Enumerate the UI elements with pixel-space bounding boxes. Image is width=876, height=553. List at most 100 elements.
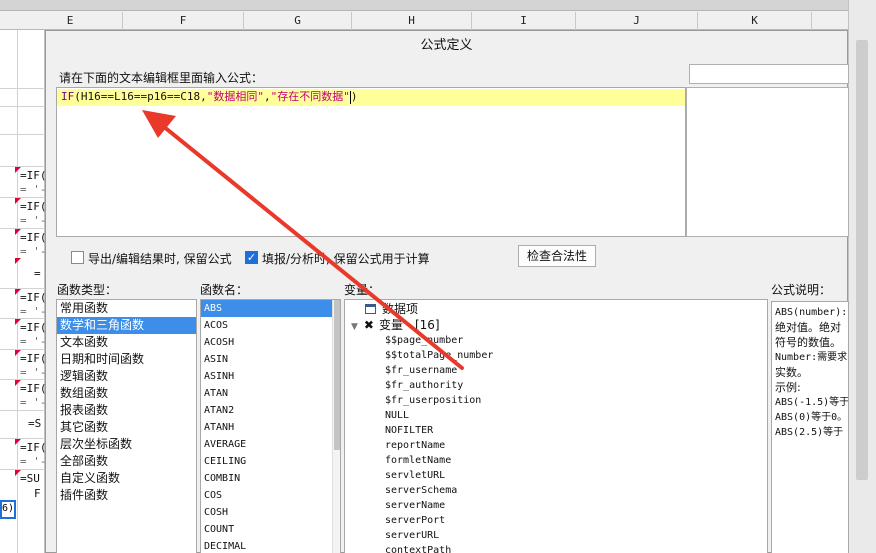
function-type-item[interactable]: 常用函数 (57, 300, 196, 317)
keep-formula-export-checkbox[interactable] (71, 251, 84, 264)
function-type-item[interactable]: 文本函数 (57, 334, 196, 351)
function-type-item[interactable]: 其它函数 (57, 419, 196, 436)
cell-formula[interactable]: =IF( (20, 170, 45, 182)
variable-item[interactable]: NOFILTER (345, 423, 767, 438)
description-line: ABS(-1.5)等于 (775, 397, 849, 408)
check-validity-button[interactable]: 检查合法性 (518, 245, 596, 267)
cell-formula[interactable]: =IF( (20, 353, 45, 365)
formula-search-input[interactable] (689, 64, 849, 84)
variable-item[interactable]: $$page_number (345, 333, 767, 348)
variable-item[interactable]: $fr_userposition (345, 393, 767, 408)
variable-tree[interactable]: 数据项 ▼ ✖ 变量 - [16] $$page_number $$totalPag… (344, 299, 768, 553)
function-type-item[interactable]: 报表函数 (57, 402, 196, 419)
column-header-k[interactable]: K (698, 12, 812, 30)
keep-formula-fill-label: 填报/分析时, 保留公式用于计算 (262, 252, 430, 266)
tree-node-data-items[interactable]: 数据项 (345, 301, 767, 317)
column-header-h[interactable]: H (352, 12, 472, 30)
function-name-item[interactable]: DECIMAL (201, 538, 340, 553)
keep-formula-fill-checkbox[interactable]: ✓ (245, 251, 258, 264)
function-name-item[interactable]: COSH (201, 504, 340, 521)
tree-node-label: 数据项 (382, 302, 419, 316)
cell-formula[interactable]: =IF( (20, 201, 45, 213)
formula-editor[interactable]: IF(H16==L16==p16==C18,"数据相同","存在不同数据") (56, 87, 686, 237)
scrollbar-thumb[interactable] (856, 40, 868, 480)
cell-formula[interactable]: = '-( (20, 336, 45, 348)
function-type-item[interactable]: 逻辑函数 (57, 368, 196, 385)
formula-text[interactable]: IF(H16==L16==p16==C18,"数据相同","存在不同数据") (61, 89, 357, 104)
function-name-scrollbar[interactable] (332, 300, 340, 553)
function-type-item[interactable]: 数组函数 (57, 385, 196, 402)
function-name-item[interactable]: CEILING (201, 453, 340, 470)
function-type-item[interactable]: 层次坐标函数 (57, 436, 196, 453)
formula-string-2: "存在不同数据" (270, 90, 350, 103)
cell-formula[interactable]: = '-( (20, 456, 45, 468)
function-name-item[interactable]: ABS (201, 300, 340, 317)
function-name-item[interactable]: ATAN2 (201, 402, 340, 419)
function-name-item[interactable]: ATAN (201, 385, 340, 402)
cell-formula[interactable]: =IF( (20, 322, 45, 334)
cell-formula[interactable]: = '-( (20, 397, 45, 409)
function-name-item[interactable]: COS (201, 487, 340, 504)
cell-formula[interactable]: =IF( (20, 383, 45, 395)
function-type-item[interactable]: 自定义函数 (57, 470, 196, 487)
function-type-item[interactable]: 数学和三角函数 (57, 317, 196, 334)
description-line: ABS(2.5)等于 (775, 427, 844, 438)
cell-border (0, 106, 45, 107)
description-line: Number:需要求 (775, 352, 848, 363)
chevron-down-icon[interactable]: ▼ (351, 322, 358, 332)
function-type-item[interactable]: 插件函数 (57, 487, 196, 504)
cell-border (0, 288, 45, 289)
variable-item[interactable]: serverPort (345, 513, 767, 528)
cell-formula[interactable]: =SU (20, 473, 45, 485)
function-name-list[interactable]: ABS ACOS ACOSH ASIN ASINH ATAN ATAN2 ATA… (200, 299, 341, 553)
cell-formula[interactable]: = '-( (20, 246, 45, 258)
function-type-list[interactable]: 常用函数 数学和三角函数 文本函数 日期和时间函数 逻辑函数 数组函数 报表函数… (56, 299, 197, 553)
variable-item[interactable]: serverName (345, 498, 767, 513)
variable-item[interactable]: $$totalPage_number (345, 348, 767, 363)
formula-expression: (H16==L16==p16==C18, (74, 90, 207, 103)
variable-item[interactable]: servletURL (345, 468, 767, 483)
cell-formula[interactable]: = '-( (20, 215, 45, 227)
cell-border (0, 410, 45, 411)
column-header-f[interactable]: F (123, 12, 244, 30)
variable-item[interactable]: $fr_username (345, 363, 767, 378)
cell-formula[interactable]: =IF( (20, 442, 45, 454)
function-name-item[interactable]: COUNT (201, 521, 340, 538)
variable-item[interactable]: NULL (345, 408, 767, 423)
description-line: ABS(0)等于0。 (775, 412, 848, 423)
cell-border (0, 438, 45, 439)
cell-formula[interactable]: = '-( (20, 367, 45, 379)
cell-formula[interactable]: = '-( (20, 306, 45, 318)
column-header-e[interactable]: E (18, 12, 123, 30)
variable-item[interactable]: serverURL (345, 528, 767, 543)
scrollbar-thumb[interactable] (334, 300, 340, 450)
variable-item[interactable]: formletName (345, 453, 767, 468)
selected-cell[interactable]: 6) (0, 500, 16, 519)
function-name-item[interactable]: AVERAGE (201, 436, 340, 453)
tree-node-variables[interactable]: ▼ ✖ 变量 - [16] (345, 317, 767, 333)
function-type-item[interactable]: 日期和时间函数 (57, 351, 196, 368)
function-name-item[interactable]: ACOS (201, 317, 340, 334)
cell-formula[interactable]: =IF( (20, 232, 45, 244)
column-header-j[interactable]: J (576, 12, 698, 30)
variable-item[interactable]: $fr_authority (345, 378, 767, 393)
description-line: 实数。 (775, 366, 808, 379)
column-header-g[interactable]: G (244, 12, 352, 30)
function-name-item[interactable]: ASINH (201, 368, 340, 385)
cell-formula[interactable]: = '-( (20, 184, 45, 196)
column-header-i[interactable]: I (472, 12, 576, 30)
variable-item[interactable]: reportName (345, 438, 767, 453)
vertical-scrollbar[interactable] (848, 0, 876, 553)
function-name-item[interactable]: COMBIN (201, 470, 340, 487)
formula-preview-box (686, 87, 849, 237)
function-name-item[interactable]: ASIN (201, 351, 340, 368)
variable-item[interactable]: serverSchema (345, 483, 767, 498)
cell-border (0, 197, 45, 198)
cell-border (0, 469, 45, 470)
variable-item[interactable]: contextPath (345, 543, 767, 553)
function-type-item[interactable]: 全部函数 (57, 453, 196, 470)
function-name-item[interactable]: ACOSH (201, 334, 340, 351)
description-line: 绝对值。绝对 (775, 321, 841, 334)
cell-formula[interactable]: =IF( (20, 292, 45, 304)
function-name-item[interactable]: ATANH (201, 419, 340, 436)
